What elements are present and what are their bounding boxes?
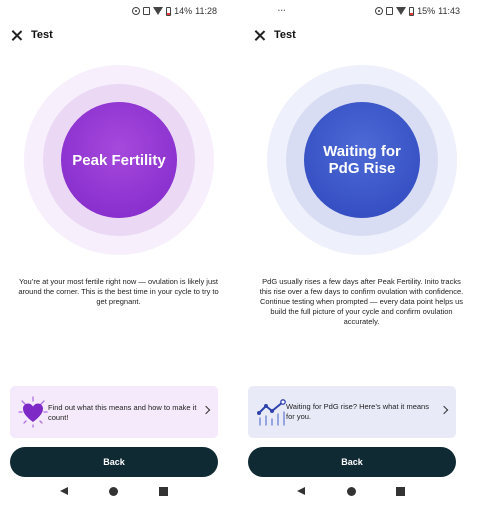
status-bar: ••• 15% 11:43	[243, 0, 480, 24]
nav-recents-icon[interactable]	[159, 487, 168, 496]
back-button[interactable]: Back	[248, 447, 456, 477]
close-icon[interactable]	[253, 29, 266, 42]
phase-circle: Peak Fertility	[61, 102, 177, 218]
back-button[interactable]: Back	[10, 447, 218, 477]
phase-label: Waiting for PdG Rise	[323, 143, 401, 177]
nav-home-icon[interactable]	[347, 487, 356, 496]
nav-back-icon[interactable]	[60, 487, 68, 495]
alarm-icon	[132, 7, 141, 15]
system-nav-bar	[0, 484, 237, 500]
clock: 11:28	[195, 6, 217, 16]
page-title: Test	[31, 29, 53, 41]
nav-recents-icon[interactable]	[396, 487, 405, 496]
chevron-right-icon	[201, 405, 211, 415]
close-icon[interactable]	[10, 29, 23, 42]
notification-dots-icon: •••	[278, 8, 287, 14]
nav-back-icon[interactable]	[297, 487, 305, 495]
card-text: Waiting for PdG rise? Here’s what it mea…	[286, 402, 429, 421]
chevron-right-icon	[439, 405, 449, 415]
battery-icon	[409, 6, 415, 16]
phase-description: You’re at your most fertile right now — …	[18, 277, 219, 306]
screen-peak-fertility: 14% 11:28 Test Peak Fertility You’re at …	[0, 0, 237, 505]
calendar-icon	[386, 7, 394, 15]
nav-home-icon[interactable]	[109, 487, 118, 496]
screen-waiting-pdg: ••• 15% 11:43 Test Waiting for PdG Rise …	[243, 0, 480, 505]
wifi-icon	[396, 7, 407, 15]
phase-indicator: Peak Fertility	[24, 65, 214, 255]
battery-icon	[166, 6, 172, 16]
phase-circle: Waiting for PdG Rise	[304, 102, 420, 218]
top-bar: Test	[243, 24, 480, 50]
phase-label: Peak Fertility	[72, 151, 166, 169]
learn-more-card[interactable]: Waiting for PdG rise? Here’s what it mea…	[248, 386, 456, 438]
phase-indicator: Waiting for PdG Rise	[267, 65, 457, 255]
calendar-icon	[143, 7, 151, 15]
learn-more-card[interactable]: Find out what this means and how to make…	[10, 386, 218, 438]
battery-percent: 15%	[417, 6, 436, 16]
top-bar: Test	[0, 24, 237, 50]
battery-percent: 14%	[174, 6, 193, 16]
clock: 11:43	[438, 6, 460, 16]
page-title: Test	[274, 29, 296, 41]
alarm-icon	[375, 7, 384, 15]
card-text: Find out what this means and how to make…	[48, 403, 197, 422]
status-bar: 14% 11:28	[0, 0, 237, 24]
trend-chart-icon	[257, 399, 286, 426]
heart-icon	[18, 396, 48, 428]
wifi-icon	[153, 7, 164, 15]
phase-description: PdG usually rises a few days after Peak …	[259, 277, 464, 326]
system-nav-bar	[243, 484, 480, 500]
